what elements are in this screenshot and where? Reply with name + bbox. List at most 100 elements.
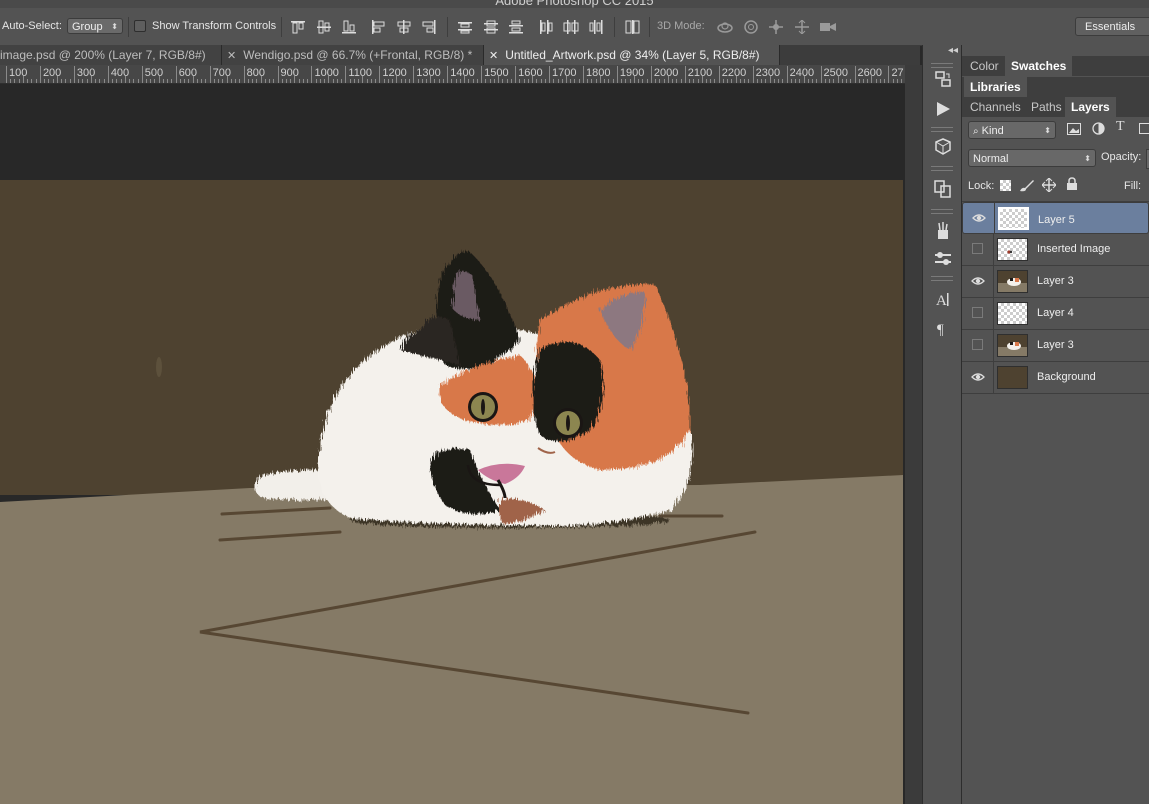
dock-grip[interactable] bbox=[931, 276, 953, 281]
ruler-minor-tick bbox=[875, 79, 877, 83]
ruler-minor-tick bbox=[655, 79, 657, 83]
history-icon[interactable] bbox=[933, 70, 953, 90]
ruler-major-tick bbox=[345, 66, 347, 83]
lock-all-icon[interactable] bbox=[1066, 177, 1078, 194]
layer-row[interactable]: Layer 3 bbox=[962, 330, 1149, 362]
align-left-icon[interactable] bbox=[371, 20, 387, 34]
distribute-left-icon[interactable] bbox=[538, 20, 554, 34]
ruler-major-tick bbox=[277, 66, 279, 83]
ruler-minor-tick bbox=[196, 79, 198, 83]
align-hcenter-icon[interactable] bbox=[396, 20, 412, 34]
tab-libraries[interactable]: Libraries bbox=[964, 77, 1027, 97]
tab-wendigo-psd[interactable]: ✕ Wendigo.psd @ 66.7% (+Frontal, RGB/8) * bbox=[222, 45, 484, 65]
ruler-minor-tick bbox=[472, 79, 474, 83]
3d-roll-icon[interactable] bbox=[743, 20, 759, 34]
eye-icon[interactable] bbox=[971, 371, 985, 383]
tab-untitled-artwork[interactable]: ✕ Untitled_Artwork.psd @ 34% (Layer 5, RG… bbox=[484, 45, 780, 65]
ruler-minor-tick bbox=[235, 79, 237, 83]
artwork-canvas[interactable] bbox=[0, 180, 903, 804]
tab-image-psd[interactable]: image.psd @ 200% (Layer 7, RGB/8#) bbox=[0, 45, 222, 65]
workspace-dropdown[interactable]: Essentials bbox=[1075, 17, 1149, 36]
adjustment-filter-icon[interactable] bbox=[1092, 122, 1105, 138]
shape-filter-icon[interactable] bbox=[1139, 123, 1149, 134]
3d-camera-icon[interactable] bbox=[819, 20, 836, 34]
3d-icon[interactable] bbox=[933, 137, 953, 157]
ruler-minor-tick bbox=[442, 79, 444, 83]
ruler-major-tick bbox=[616, 66, 618, 83]
tab-swatches[interactable]: Swatches bbox=[1005, 56, 1073, 76]
layer-row[interactable]: Inserted Image bbox=[962, 234, 1149, 266]
tab-channels[interactable]: Channels bbox=[964, 97, 1027, 117]
layer-row[interactable]: Layer 4 bbox=[962, 298, 1149, 330]
distribute-hcenter-icon[interactable] bbox=[563, 20, 579, 34]
visibility-toggle[interactable] bbox=[972, 339, 983, 350]
eye-icon[interactable] bbox=[971, 275, 985, 287]
3d-pan-icon[interactable] bbox=[768, 20, 784, 34]
visibility-toggle[interactable] bbox=[972, 307, 983, 318]
layers-tab-row: Channels Paths Layers bbox=[962, 97, 1149, 117]
layer-thumbnail bbox=[997, 238, 1028, 261]
ruler-minor-tick bbox=[179, 79, 181, 83]
dock-grip[interactable] bbox=[931, 209, 953, 214]
vertical-scrollbar[interactable] bbox=[905, 65, 922, 804]
auto-select-dropdown[interactable]: Group ⬍ bbox=[67, 18, 123, 34]
tab-paths[interactable]: Paths bbox=[1025, 97, 1068, 117]
ruler-major-tick bbox=[820, 66, 822, 83]
eye-icon[interactable] bbox=[972, 212, 986, 224]
lock-paint-icon[interactable] bbox=[1019, 178, 1035, 195]
3d-slide-icon[interactable] bbox=[794, 20, 810, 34]
ruler-minor-tick bbox=[358, 79, 360, 83]
ruler-minor-tick bbox=[218, 79, 220, 83]
ruler-major-tick bbox=[481, 66, 483, 83]
layer-row[interactable]: Layer 5 bbox=[962, 202, 1149, 234]
ruler-major-tick bbox=[311, 66, 313, 83]
layer-row[interactable]: Background bbox=[962, 362, 1149, 394]
ruler-major-tick bbox=[107, 66, 109, 83]
dock-grip[interactable] bbox=[931, 166, 953, 171]
ruler-minor-tick bbox=[370, 79, 372, 83]
svg-text:¶: ¶ bbox=[937, 322, 944, 338]
auto-align-icon[interactable] bbox=[625, 20, 641, 34]
ruler-minor-tick bbox=[782, 79, 784, 83]
align-right-icon[interactable] bbox=[421, 20, 437, 34]
blend-mode-dropdown[interactable]: Normal ⬍ bbox=[968, 149, 1096, 167]
ruler-minor-tick bbox=[48, 79, 50, 83]
show-transform-checkbox[interactable] bbox=[134, 20, 146, 32]
brush-panel-icon[interactable] bbox=[933, 249, 953, 269]
ruler-label: 300 bbox=[76, 67, 96, 79]
lock-move-icon[interactable] bbox=[1041, 177, 1057, 195]
dock-grip[interactable] bbox=[931, 127, 953, 132]
layer-kind-filter[interactable]: ⌕ Kind ⬍ bbox=[968, 121, 1056, 139]
distribute-vcenter-icon[interactable] bbox=[483, 20, 499, 34]
close-icon[interactable]: ✕ bbox=[227, 50, 236, 62]
align-top-icon[interactable] bbox=[290, 20, 306, 34]
tab-color[interactable]: Color bbox=[964, 56, 1005, 76]
layer-thumbnail bbox=[998, 207, 1029, 230]
align-vcenter-icon[interactable] bbox=[316, 20, 332, 34]
tab-layers[interactable]: Layers bbox=[1065, 97, 1116, 117]
visibility-toggle[interactable] bbox=[972, 243, 983, 254]
ruler-minor-tick bbox=[812, 79, 814, 83]
dock-grip[interactable] bbox=[931, 63, 953, 68]
distribute-bottom-icon[interactable] bbox=[508, 20, 524, 34]
3d-rotate-icon[interactable] bbox=[716, 20, 733, 34]
distribute-right-icon[interactable] bbox=[588, 20, 604, 34]
close-icon[interactable]: ✕ bbox=[489, 50, 498, 62]
svg-text:A: A bbox=[936, 293, 947, 309]
collapse-arrows-icon[interactable]: ◂◂ bbox=[948, 45, 958, 56]
actions-play-icon[interactable] bbox=[933, 99, 953, 119]
brush-presets-icon[interactable] bbox=[933, 221, 953, 241]
align-bottom-icon[interactable] bbox=[341, 20, 357, 34]
ruler-label: 1000 bbox=[314, 67, 339, 79]
character-panel-icon[interactable]: A bbox=[933, 290, 953, 310]
image-filter-icon[interactable] bbox=[1067, 123, 1081, 138]
type-filter-icon[interactable]: T bbox=[1116, 119, 1125, 135]
layer-row[interactable]: Layer 3 bbox=[962, 266, 1149, 298]
paragraph-panel-icon[interactable]: ¶ bbox=[933, 318, 953, 338]
distribute-top-icon[interactable] bbox=[457, 20, 473, 34]
layer-thumbnail bbox=[997, 366, 1028, 389]
canvas-area[interactable] bbox=[0, 84, 905, 804]
clone-source-icon[interactable] bbox=[933, 179, 953, 199]
ruler-label: 1400 bbox=[450, 67, 475, 79]
lock-transparent-icon[interactable] bbox=[1000, 180, 1011, 191]
